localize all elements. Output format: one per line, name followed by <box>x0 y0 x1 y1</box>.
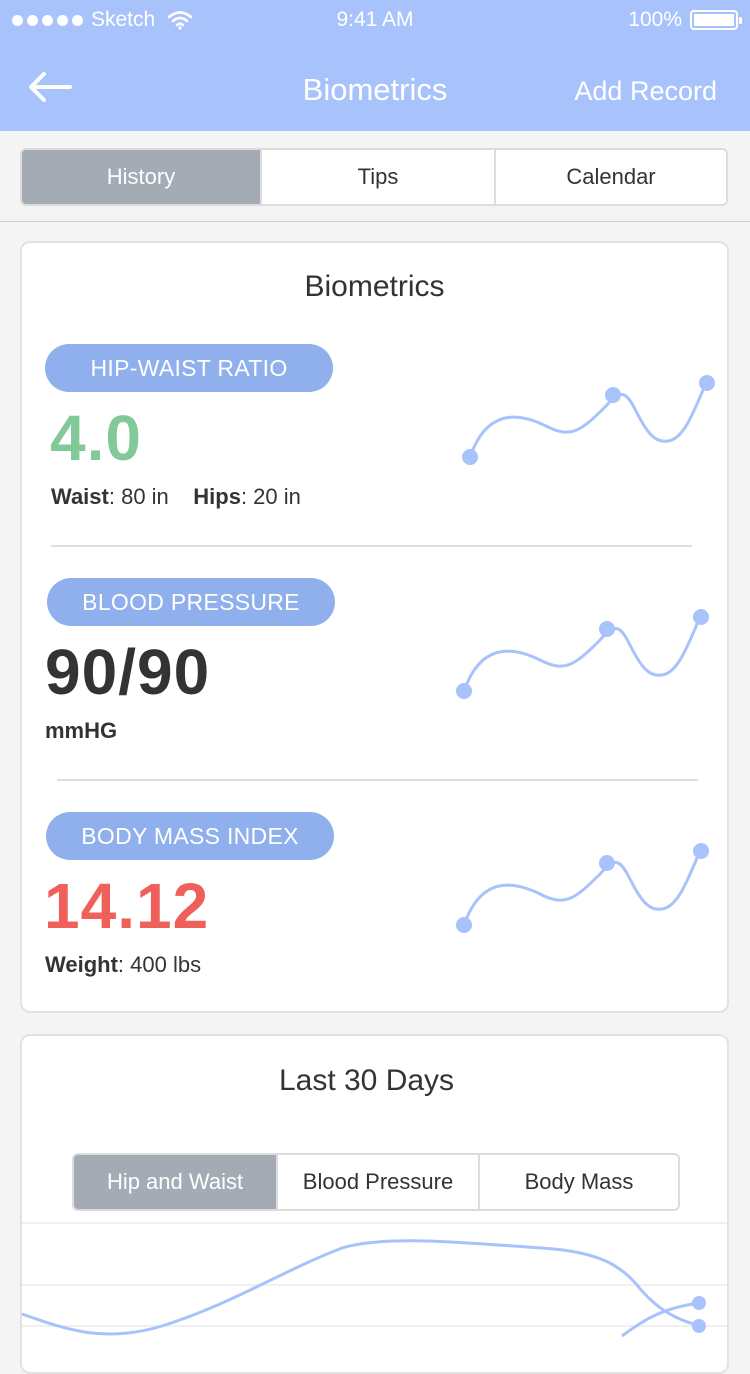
status-right: 100% <box>628 8 742 32</box>
body-mass-index-sparkline <box>456 843 709 933</box>
blood-pressure-value: 90/90 <box>45 636 211 708</box>
hips-value: : 20 in <box>240 484 301 509</box>
weight-value: : 400 lbs <box>117 952 202 977</box>
battery-percent: 100% <box>628 8 682 31</box>
biometrics-card-title: Biometrics <box>304 270 445 303</box>
add-record-button[interactable]: Add Record <box>574 76 717 107</box>
blood-pressure-sparkline <box>456 609 709 699</box>
navigation-bar: Biometrics Add Record <box>0 42 750 131</box>
biometrics-card: Biometrics HIP-WAIST RATIO 4.0 Waist: 80… <box>20 241 729 1013</box>
battery-icon <box>690 10 742 30</box>
hip-waist-sparkline <box>462 375 715 465</box>
blood-pressure-unit: mmHG <box>45 718 118 743</box>
status-bar: Sketch 9:41 AM 100% <box>0 0 750 42</box>
tab-history[interactable]: History <box>22 150 260 204</box>
blood-pressure-badge: BLOOD PRESSURE <box>47 578 335 626</box>
tab-bar-container: History Tips Calendar <box>0 131 750 222</box>
weight-label: Weight <box>45 952 118 977</box>
body-mass-index-badge: BODY MASS INDEX <box>46 812 334 860</box>
weight-details: Weight: 400 lbs <box>45 952 201 978</box>
hips-label: Hips <box>193 484 241 509</box>
waist-value: : 80 in <box>108 484 169 509</box>
section-divider <box>57 779 698 781</box>
tab-tips[interactable]: Tips <box>260 150 494 204</box>
section-divider <box>51 545 692 547</box>
tab-bar: History Tips Calendar <box>20 148 728 206</box>
hip-waist-ratio-badge: HIP-WAIST RATIO <box>45 344 333 392</box>
body-mass-index-value: 14.12 <box>44 870 210 942</box>
waist-hips-details: Waist: 80 in Hips: 20 in <box>51 484 301 510</box>
last-30-days-card: Last 30 Days Hip and Waist Blood Pressur… <box>20 1034 729 1374</box>
hip-waist-ratio-value: 4.0 <box>50 402 142 474</box>
waist-label: Waist <box>51 484 109 509</box>
last-30-days-chart <box>22 1222 727 1338</box>
tab-calendar[interactable]: Calendar <box>494 150 726 204</box>
